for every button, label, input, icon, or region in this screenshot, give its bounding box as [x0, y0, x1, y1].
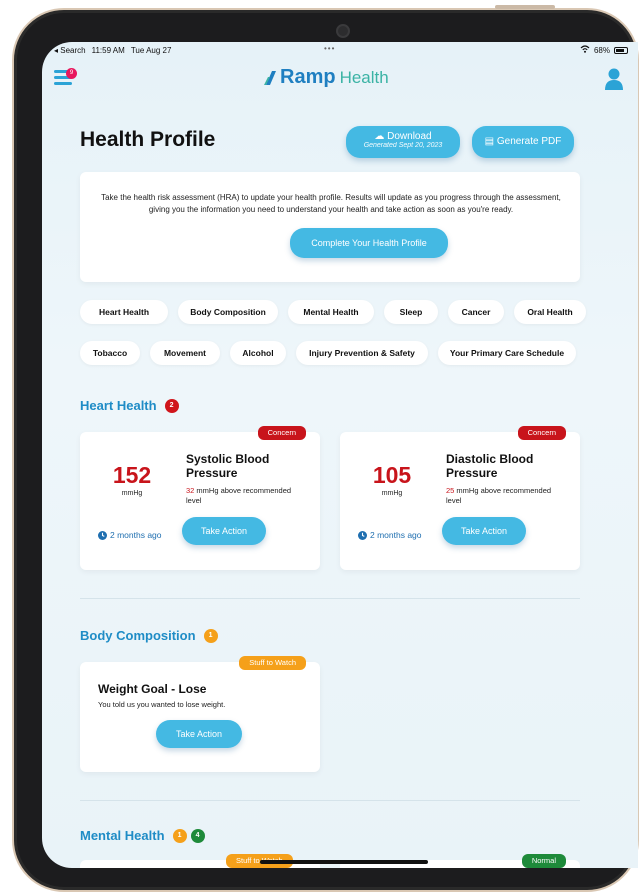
chip-injury-prevention[interactable]: Injury Prevention & Safety — [296, 341, 428, 365]
section-divider — [80, 598, 580, 599]
chip-body-composition[interactable]: Body Composition — [178, 300, 278, 324]
chip-heart-health[interactable]: Heart Health — [80, 300, 168, 324]
heart-health-title-text: Heart Health — [80, 398, 157, 413]
section-divider — [80, 800, 580, 801]
mental-health-section-title: Mental Health 1 4 — [80, 828, 205, 843]
home-indicator[interactable] — [260, 860, 428, 864]
stuff-to-watch-tag: Stuff to Watch — [239, 656, 306, 670]
logo-health-text: Health — [339, 67, 389, 87]
normal-count-badge: 4 — [190, 828, 205, 843]
take-action-button[interactable]: Take Action — [182, 517, 266, 545]
weight-goal-card: Stuff to Watch Weight Goal - Lose You to… — [80, 656, 320, 772]
metric-name: Diastolic Blood Pressure — [446, 452, 534, 480]
normal-tag: Normal — [521, 854, 566, 868]
chip-alcohol[interactable]: Alcohol — [230, 341, 286, 365]
chip-primary-care[interactable]: Your Primary Care Schedule — [438, 341, 576, 365]
metric-unit: mmHg — [121, 490, 143, 497]
chip-tobacco[interactable]: Tobacco — [80, 341, 140, 365]
concern-tag: Concern — [517, 426, 566, 440]
goal-title: Weight Goal - Lose — [98, 682, 207, 696]
metric-unit: mmHg — [381, 490, 403, 497]
download-generated-date: Generated Sept 20, 2023 — [363, 142, 443, 149]
camera — [336, 24, 350, 38]
page-title: Health Profile — [80, 128, 216, 151]
multitask-dots[interactable]: ••• — [324, 44, 335, 53]
wifi-icon — [580, 45, 590, 55]
logo-ramp-text: Ramp — [280, 66, 336, 88]
concern-tag: Concern — [257, 426, 306, 440]
systolic-card: Concern 152 mmHg Systolic Blood Pressure… — [80, 426, 320, 570]
screen: ◂ Search 11:59 AM Tue Aug 27 ••• 68% 9 R… — [42, 42, 638, 868]
status-time: 11:59 AM — [91, 45, 125, 55]
body-composition-section-title: Body Composition 1 — [80, 628, 218, 643]
generate-pdf-button[interactable]: ▤ Generate PDF — [472, 126, 574, 158]
heart-health-section-title: Heart Health 2 — [80, 398, 179, 413]
take-action-button[interactable]: Take Action — [156, 720, 242, 748]
metric-note: 32 mmHg above recommended level — [186, 486, 306, 506]
metric-note-text: mmHg above recommended level — [446, 486, 552, 505]
watch-count-badge: 1 — [172, 828, 187, 843]
metric-value: 152 — [112, 462, 152, 488]
back-to-search[interactable]: ◂ Search — [54, 46, 86, 55]
chip-movement[interactable]: Movement — [150, 341, 220, 365]
metric-time: 2 months ago — [98, 530, 162, 540]
clock-icon — [98, 530, 107, 540]
body-composition-title-text: Body Composition — [80, 628, 196, 643]
status-bar: ◂ Search 11:59 AM Tue Aug 27 ••• 68% — [42, 42, 638, 58]
mental-health-title-text: Mental Health — [80, 828, 165, 843]
ramp-health-logo: Ramp Health — [264, 66, 389, 89]
metric-time-text: 2 months ago — [370, 530, 422, 540]
metric-value: 105 — [372, 462, 412, 488]
metric-time-text: 2 months ago — [110, 530, 162, 540]
diastolic-card: Concern 105 mmHg Diastolic Blood Pressur… — [340, 426, 580, 570]
download-label: Download — [387, 131, 432, 142]
top-bar: 9 Ramp Health — [42, 60, 638, 98]
menu-notification-badge: 9 — [66, 68, 77, 79]
metric-name: Systolic Blood Pressure — [186, 452, 270, 480]
metric-time: 2 months ago — [358, 530, 422, 540]
goal-description: You told us you wanted to lose weight. — [98, 700, 226, 709]
user-icon — [605, 68, 623, 90]
logo-mark-icon — [264, 70, 276, 85]
chip-sleep[interactable]: Sleep — [384, 300, 438, 324]
complete-health-profile-button[interactable]: Complete Your Health Profile — [290, 228, 448, 258]
intro-text: Take the health risk assessment (HRA) to… — [101, 193, 561, 214]
chip-cancer[interactable]: Cancer — [448, 300, 504, 324]
intro-card: Take the health risk assessment (HRA) to… — [80, 172, 580, 282]
menu-icon-bar — [54, 82, 72, 85]
metric-note-text: mmHg above recommended level — [186, 486, 292, 505]
cloud-download-icon: ☁ — [374, 131, 385, 142]
status-date: Tue Aug 27 — [130, 45, 172, 55]
battery-icon — [614, 46, 628, 54]
profile-button[interactable] — [604, 67, 624, 91]
pdf-file-icon: ▤ — [484, 136, 495, 147]
menu-button[interactable]: 9 — [54, 68, 77, 86]
download-button[interactable]: ☁ Download Generated Sept 20, 2023 — [346, 126, 460, 158]
device-button — [495, 5, 555, 9]
chip-oral-health[interactable]: Oral Health — [514, 300, 586, 324]
watch-count-badge: 1 — [203, 628, 218, 643]
generate-pdf-label: Generate PDF — [496, 136, 562, 147]
clock-icon — [358, 530, 367, 540]
battery-percent: 68% — [593, 45, 610, 55]
metric-note: 25 mmHg above recommended level — [446, 486, 566, 506]
take-action-button[interactable]: Take Action — [442, 517, 526, 545]
concern-count-badge: 2 — [164, 398, 179, 413]
chip-mental-health[interactable]: Mental Health — [288, 300, 374, 324]
